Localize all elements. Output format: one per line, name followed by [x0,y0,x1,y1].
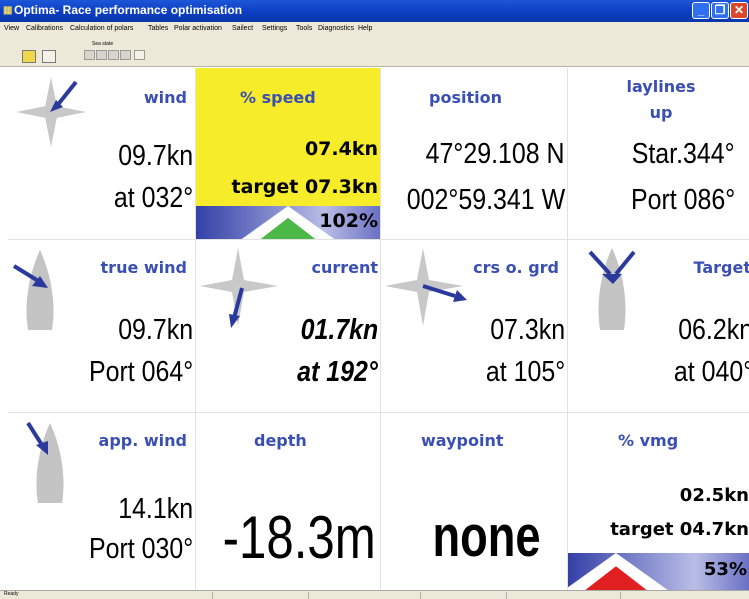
apparent-wind-label: app. wind [99,431,187,450]
window-title: Optima- Race performance optimisation [14,3,242,17]
true-wind-speed-value: 09.7kn [118,314,193,347]
cell-true-wind: true wind 09.7kn Port 064° [8,240,195,412]
app-icon: ▦ [3,5,12,16]
sea-state-bar-2[interactable] [96,50,107,60]
menu-tables[interactable]: Tables [148,25,168,32]
menu-calculation-of-polars[interactable]: Calculation of polars [70,25,133,32]
sea-state-bar-1[interactable] [84,50,95,60]
speed-percent-value: 102% [319,210,378,232]
vmg-percent-label: % vmg [618,431,678,450]
cell-laylines: laylines up Star.344° Port 086° [568,68,749,239]
depth-value: -18.3m [223,503,376,572]
maximize-icon: ❐ [712,3,728,18]
sea-state-bar-5[interactable] [134,50,145,60]
layline-port-value: Port 086° [631,184,735,217]
sea-state-bar-3[interactable] [108,50,119,60]
compass-button[interactable] [42,50,56,63]
boat-icon [10,246,70,336]
sea-state-label: Sea state [92,41,113,47]
true-wind-label: true wind [101,258,187,277]
speed-percent-label: % speed [240,88,316,107]
compass-rose-icon [383,246,473,336]
status-text: Ready [4,591,18,597]
menu-bar: View Calibrations Calculation of polars … [0,22,749,38]
maximize-button[interactable]: ❐ [711,2,729,19]
minimize-icon: _ [693,3,709,18]
close-icon: ✕ [731,3,747,18]
vmg-value: 02.5kn [680,485,749,506]
cell-apparent-wind: app. wind 14.1kn Port 030° [8,413,195,590]
target-label: Target [694,258,749,277]
depth-label: depth [254,431,307,450]
position-label: position [429,88,502,107]
cog-speed-value: 07.3kn [490,314,565,347]
menu-sailect[interactable]: Sailect [232,25,253,32]
target-direction-value: at 040° [674,356,749,389]
close-button[interactable]: ✕ [730,2,748,19]
boat-icon [584,244,644,336]
minimize-button[interactable]: _ [692,2,710,19]
speed-target: target 07.3kn [232,176,379,198]
waypoint-value: none [433,503,541,570]
cell-wind: wind 09.7kn at 032° [8,68,195,239]
layline-starboard-value: Star.344° [632,138,735,171]
cell-waypoint: waypoint none [381,413,567,590]
menu-calibrations[interactable]: Calibrations [26,25,63,32]
menu-diagnostics[interactable]: Diagnostics [318,25,354,32]
cell-target: Target 06.2kn at 040° [568,240,749,412]
current-speed-value: 01.7kn [300,314,378,347]
course-over-ground-label: crs o. grd [473,258,559,277]
cell-position: position 47°29.108 N 002°59.341 W [381,68,567,239]
laylines-label: laylines up [626,74,696,126]
apparent-wind-speed-value: 14.1kn [118,493,193,526]
cell-vmg-percent: % vmg 02.5kn target 04.7kn 53% [568,413,749,590]
true-wind-direction-value: Port 064° [89,356,193,389]
menu-polar-activation[interactable]: Polar activation [174,25,222,32]
wind-direction-value: at 032° [114,182,193,215]
cell-depth: depth -18.3m [196,413,380,590]
menu-view[interactable]: View [4,25,19,32]
cell-speed-percent: % speed 07.4kn target 07.3kn 102% [196,68,380,239]
waypoint-label: waypoint [421,431,503,450]
speed-value: 07.4kn [305,138,378,160]
boat-icon [22,419,82,509]
apparent-wind-direction-value: Port 030° [89,533,193,566]
vmg-percent-value: 53% [704,559,747,580]
cog-direction-value: at 105° [486,356,565,389]
wind-speed-value: 09.7kn [118,140,193,173]
longitude-value: 002°59.341 W [407,184,565,217]
display-button[interactable] [22,50,36,63]
cell-current: current 01.7kn at 192° [196,240,380,412]
wind-label: wind [144,88,187,107]
current-label: current [311,258,378,277]
vmg-target: target 04.7kn [610,519,749,540]
cell-course-over-ground: crs o. grd 07.3kn at 105° [381,240,567,412]
menu-help[interactable]: Help [358,25,372,32]
instrument-grid: wind 09.7kn at 032° % speed 07.4kn targe… [8,68,749,590]
title-bar: ▦ Optima- Race performance optimisation … [0,0,749,22]
menu-settings[interactable]: Settings [262,25,287,32]
current-direction-value: at 192° [297,356,378,389]
latitude-value: 47°29.108 N [426,138,565,171]
compass-rose-icon [198,246,288,336]
sea-state-bar-4[interactable] [120,50,131,60]
compass-rose-icon [14,72,104,162]
target-speed-value: 06.2kn [678,314,749,347]
menu-tools[interactable]: Tools [296,25,312,32]
